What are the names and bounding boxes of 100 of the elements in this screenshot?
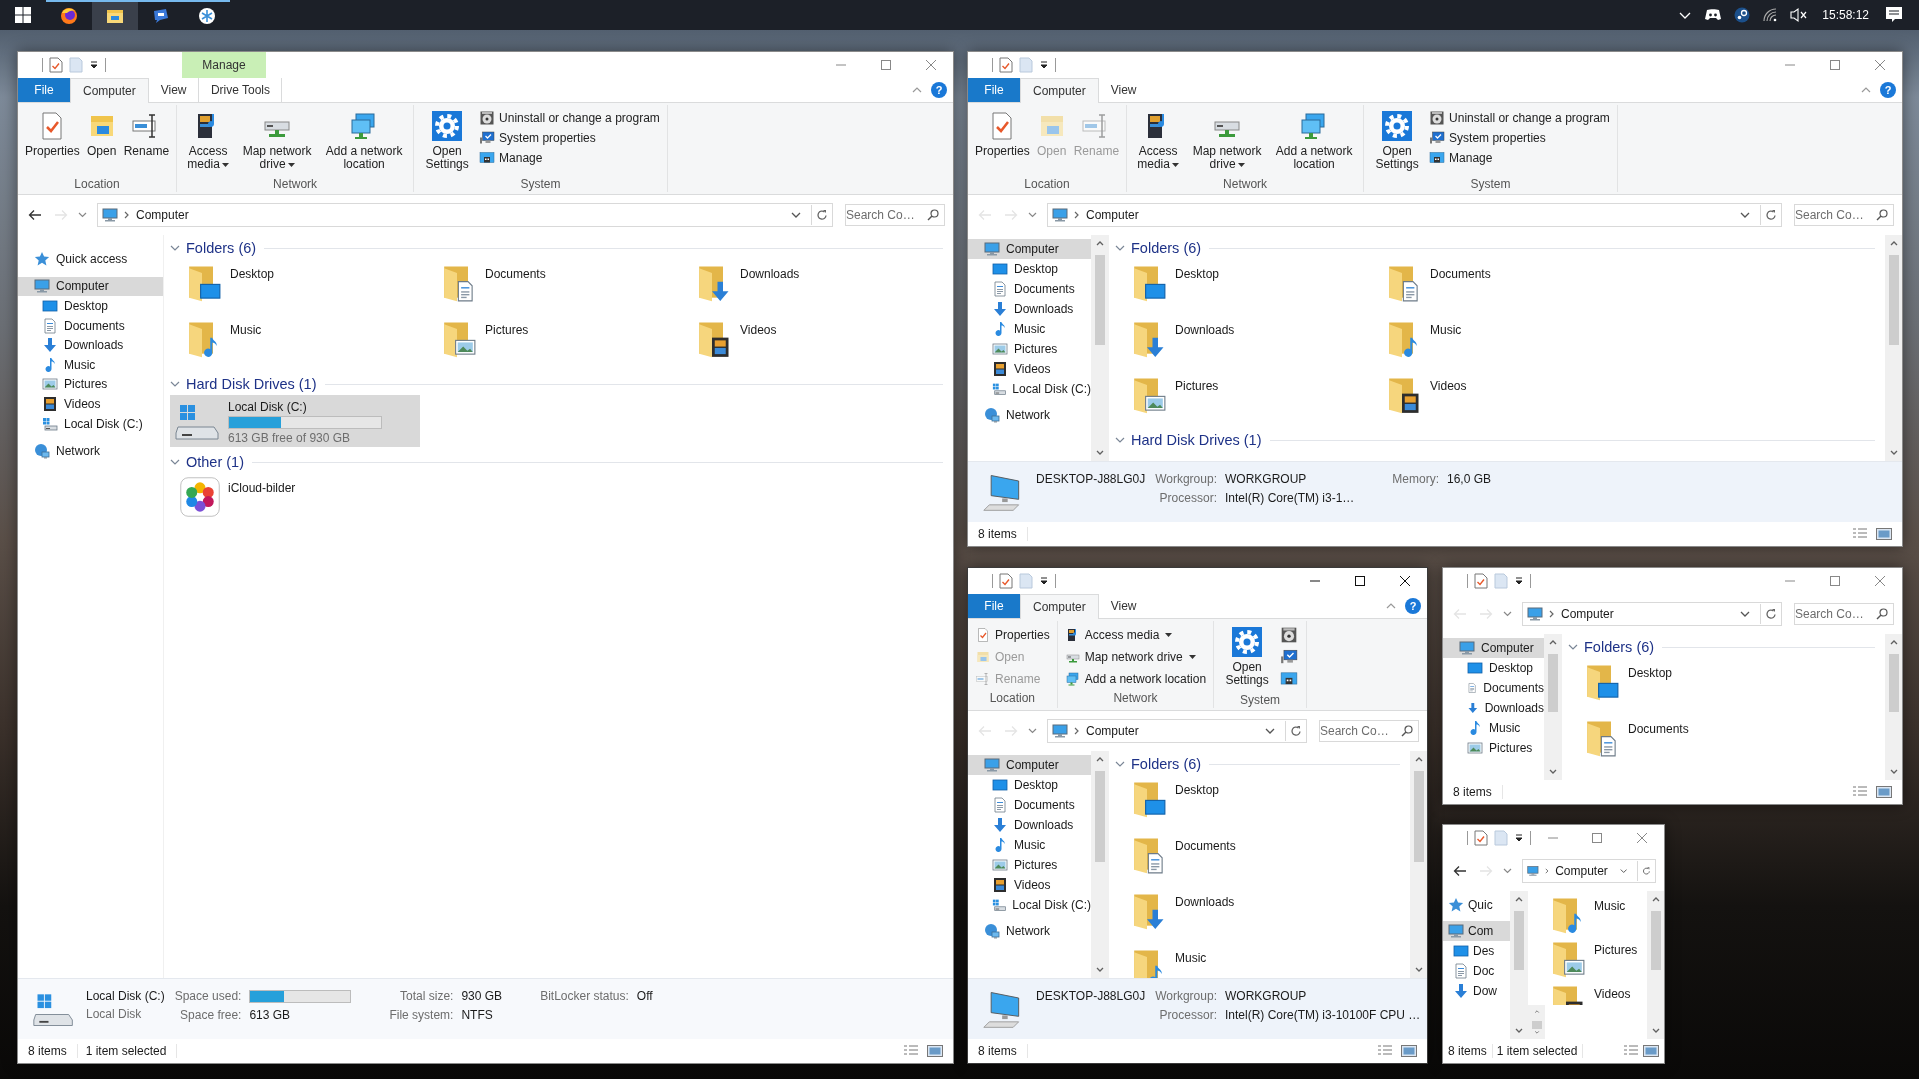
help-button[interactable]: ? — [1405, 598, 1421, 614]
large-icons-view-icon[interactable] — [1643, 1044, 1659, 1058]
nav-item[interactable]: Desktop — [18, 296, 163, 316]
scroll-thumb[interactable] — [1547, 654, 1558, 713]
scrollbar[interactable] — [1885, 235, 1902, 461]
ribbon-button[interactable]: Uninstall or change a program — [1426, 108, 1613, 128]
content-item[interactable]: Downloads — [1115, 887, 1400, 941]
scrollbar[interactable] — [1091, 751, 1108, 978]
ribbon-button[interactable]: Access media — [181, 108, 236, 176]
breadcrumb-item[interactable]: Computer — [1086, 207, 1139, 222]
dropdown-caret-icon[interactable] — [1619, 867, 1628, 874]
nav-item[interactable]: Videos — [18, 394, 163, 414]
nav-item[interactable]: Doc — [1443, 961, 1510, 981]
group-header[interactable]: Hard Disk Drives (1) — [170, 376, 317, 392]
ribbon-tab[interactable]: File — [968, 594, 1020, 618]
content-item[interactable]: Desktop — [1568, 658, 1875, 712]
ribbon-button[interactable]: Rename — [120, 108, 173, 176]
address-bar[interactable]: Computer — [1047, 718, 1307, 743]
nav-item[interactable]: Downloads — [968, 815, 1091, 835]
dropdown-caret-icon[interactable] — [1265, 727, 1275, 734]
ribbon-button[interactable]: Map network drive — [1061, 646, 1210, 668]
caret-icon[interactable] — [1039, 60, 1049, 70]
nav-item[interactable]: Quick access — [18, 249, 163, 269]
scroll-thumb[interactable] — [1094, 771, 1105, 862]
nav-item[interactable]: Music — [968, 319, 1091, 339]
scrollbar[interactable] — [1544, 634, 1561, 780]
details-view-icon[interactable] — [903, 1044, 919, 1058]
content-item[interactable]: Local Disk (C:) 613 GB free of 930 GB — [170, 395, 420, 447]
content-item[interactable]: iCloud-bilder — [170, 473, 425, 527]
content-item[interactable]: Documents — [1115, 831, 1400, 885]
nav-item[interactable]: Local Disk (C:) — [968, 379, 1091, 399]
content-item[interactable]: Desktop — [170, 259, 425, 313]
round-logo-icon[interactable] — [1734, 7, 1751, 23]
nav-item[interactable]: Local Disk (C:) — [968, 895, 1091, 915]
address-bar[interactable]: Computer — [1047, 202, 1782, 227]
ribbon-button[interactable]: Open Settings — [1368, 108, 1427, 176]
details-view-icon[interactable] — [1377, 1044, 1393, 1058]
search-field[interactable]: Search Co… — [1794, 602, 1894, 625]
content-item[interactable]: Documents — [1370, 259, 1625, 313]
details-view-icon[interactable] — [1852, 527, 1868, 541]
nav-item[interactable]: Network — [968, 921, 1091, 941]
search-field[interactable]: Search Co… — [1319, 719, 1419, 742]
ribbon-button[interactable]: Map network drive — [235, 108, 320, 176]
ribbon-button[interactable]: Manage — [1426, 148, 1613, 168]
ribbon-button[interactable]: Properties — [972, 624, 1053, 646]
scrollbar[interactable] — [1647, 891, 1664, 1039]
ribbon-button[interactable]: Open — [82, 108, 121, 176]
scrollbar[interactable] — [1510, 891, 1527, 1039]
content-item[interactable]: Videos — [680, 315, 935, 369]
scroll-thumb[interactable] — [1650, 911, 1661, 971]
content-item[interactable]: Desktop — [1115, 775, 1400, 829]
scroll-thumb[interactable] — [1513, 911, 1524, 971]
ribbon-button[interactable]: Manage — [476, 148, 663, 168]
group-header[interactable]: Folders (6) — [170, 240, 257, 256]
ribbon-button[interactable]: Properties — [22, 108, 83, 176]
caret-icon[interactable] — [1039, 576, 1049, 586]
ribbon-button[interactable]: Add a network location — [1269, 108, 1360, 176]
ribbon-tab[interactable]: View — [148, 78, 199, 102]
dropdown-caret-icon[interactable] — [1740, 211, 1750, 218]
scroll-thumb[interactable] — [1888, 654, 1899, 713]
group-header[interactable]: Folders (6) — [1568, 639, 1655, 655]
content-item[interactable]: Videos — [1534, 979, 1640, 1005]
nav-item[interactable]: Downloads — [968, 299, 1091, 319]
scroll-thumb[interactable] — [1094, 255, 1105, 346]
nav-item[interactable]: Quic — [1443, 895, 1510, 915]
nav-item[interactable]: Des — [1443, 941, 1510, 961]
address-bar[interactable]: Computer — [1522, 601, 1782, 626]
group-header[interactable]: Folders (6) — [1115, 240, 1202, 256]
group-header[interactable]: Folders (6) — [1115, 756, 1202, 772]
caret-icon[interactable] — [1514, 576, 1524, 586]
content-item[interactable]: Videos — [1370, 371, 1625, 425]
content-item[interactable]: Pictures — [1534, 935, 1640, 979]
large-icons-view-icon[interactable] — [1876, 785, 1892, 799]
nav-item[interactable]: Music — [1443, 718, 1544, 738]
nav-item[interactable]: Desktop — [968, 259, 1091, 279]
address-bar[interactable]: Computer — [97, 202, 833, 227]
nav-item[interactable]: Documents — [968, 279, 1091, 299]
content-item[interactable]: Pictures — [1115, 371, 1370, 425]
document-check-icon[interactable] — [1474, 573, 1488, 589]
ribbon-tab[interactable]: File — [18, 78, 70, 102]
ribbon-tab[interactable]: Computer — [70, 78, 149, 103]
content-item[interactable]: Music — [1534, 891, 1640, 935]
nav-item[interactable]: Documents — [968, 795, 1091, 815]
group-header[interactable]: Other (1) — [170, 454, 244, 470]
nav-item[interactable]: Computer — [968, 755, 1091, 775]
ribbon-button[interactable]: Access media — [1061, 624, 1210, 646]
caret-icon[interactable] — [89, 60, 99, 70]
scroll-thumb[interactable] — [1413, 771, 1424, 862]
clock[interactable]: 15:58:12 — [1822, 8, 1869, 22]
large-icons-view-icon[interactable] — [1401, 1044, 1417, 1058]
details-view-icon[interactable] — [1623, 1044, 1639, 1058]
ribbon-button[interactable]: System properties — [1426, 128, 1613, 148]
nav-item[interactable]: Pictures — [1443, 738, 1544, 758]
ribbon-button[interactable]: Add a network location — [319, 108, 410, 176]
nav-item[interactable]: Videos — [968, 359, 1091, 379]
dropdown-caret-icon[interactable] — [1740, 610, 1750, 617]
breadcrumb-item[interactable]: Computer — [1086, 723, 1139, 738]
content-item[interactable]: Documents — [425, 259, 680, 313]
ribbon-button[interactable]: Add a network location — [1061, 668, 1210, 690]
recent-locations-caret-icon[interactable] — [1503, 867, 1512, 874]
